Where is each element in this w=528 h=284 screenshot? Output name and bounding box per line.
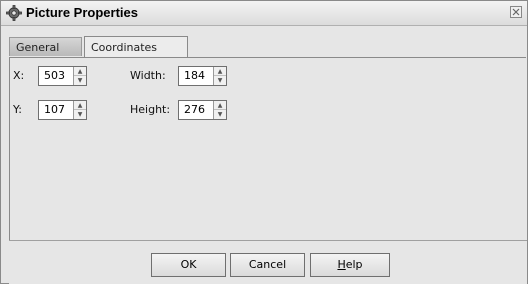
x-spinner[interactable]: 503 ▲ ▼ (38, 66, 87, 86)
close-icon[interactable] (510, 6, 522, 18)
y-label: Y: (13, 103, 22, 116)
y-decrement-icon[interactable]: ▼ (74, 110, 86, 119)
cancel-button[interactable]: Cancel (230, 253, 305, 277)
coordinates-panel: X: 503 ▲ ▼ Width: 184 ▲ ▼ Y: 107 ▲ ▼ Hei… (9, 57, 526, 240)
tab-general-label: General (16, 41, 60, 54)
height-decrement-icon[interactable]: ▼ (214, 110, 226, 119)
help-mnemonic: H (337, 258, 346, 271)
height-spinner[interactable]: 276 ▲ ▼ (178, 100, 227, 120)
y-value: 107 (44, 103, 65, 116)
height-spinner-arrows: ▲ ▼ (213, 101, 226, 119)
x-decrement-icon[interactable]: ▼ (74, 76, 86, 85)
height-label: Height: (130, 103, 171, 116)
help-label-rest: elp (345, 258, 363, 271)
tab-general[interactable]: General (9, 37, 82, 56)
width-spinner[interactable]: 184 ▲ ▼ (178, 66, 227, 86)
width-decrement-icon[interactable]: ▼ (214, 76, 226, 85)
height-increment-icon[interactable]: ▲ (214, 101, 226, 110)
width-spinner-arrows: ▲ ▼ (213, 67, 226, 85)
tab-coordinates-label: Coordinates (91, 41, 158, 54)
ok-button[interactable]: OK (151, 253, 226, 277)
width-increment-icon[interactable]: ▲ (214, 67, 226, 76)
width-label: Width: (130, 69, 166, 82)
title-bar[interactable]: Picture Properties (1, 1, 527, 26)
width-value: 184 (184, 69, 205, 82)
tab-coordinates[interactable]: Coordinates (84, 36, 188, 57)
picture-properties-dialog: Picture Properties General Coordinates X… (0, 0, 528, 284)
x-label: X: (13, 69, 25, 82)
height-value: 276 (184, 103, 205, 116)
y-spinner-arrows: ▲ ▼ (73, 101, 86, 119)
gear-icon (6, 5, 22, 21)
help-button[interactable]: Help (310, 253, 390, 277)
dialog-title: Picture Properties (26, 5, 138, 20)
x-spinner-arrows: ▲ ▼ (73, 67, 86, 85)
x-value: 503 (44, 69, 65, 82)
button-bar: OK Cancel Help (9, 240, 527, 284)
x-increment-icon[interactable]: ▲ (74, 67, 86, 76)
y-increment-icon[interactable]: ▲ (74, 101, 86, 110)
y-spinner[interactable]: 107 ▲ ▼ (38, 100, 87, 120)
